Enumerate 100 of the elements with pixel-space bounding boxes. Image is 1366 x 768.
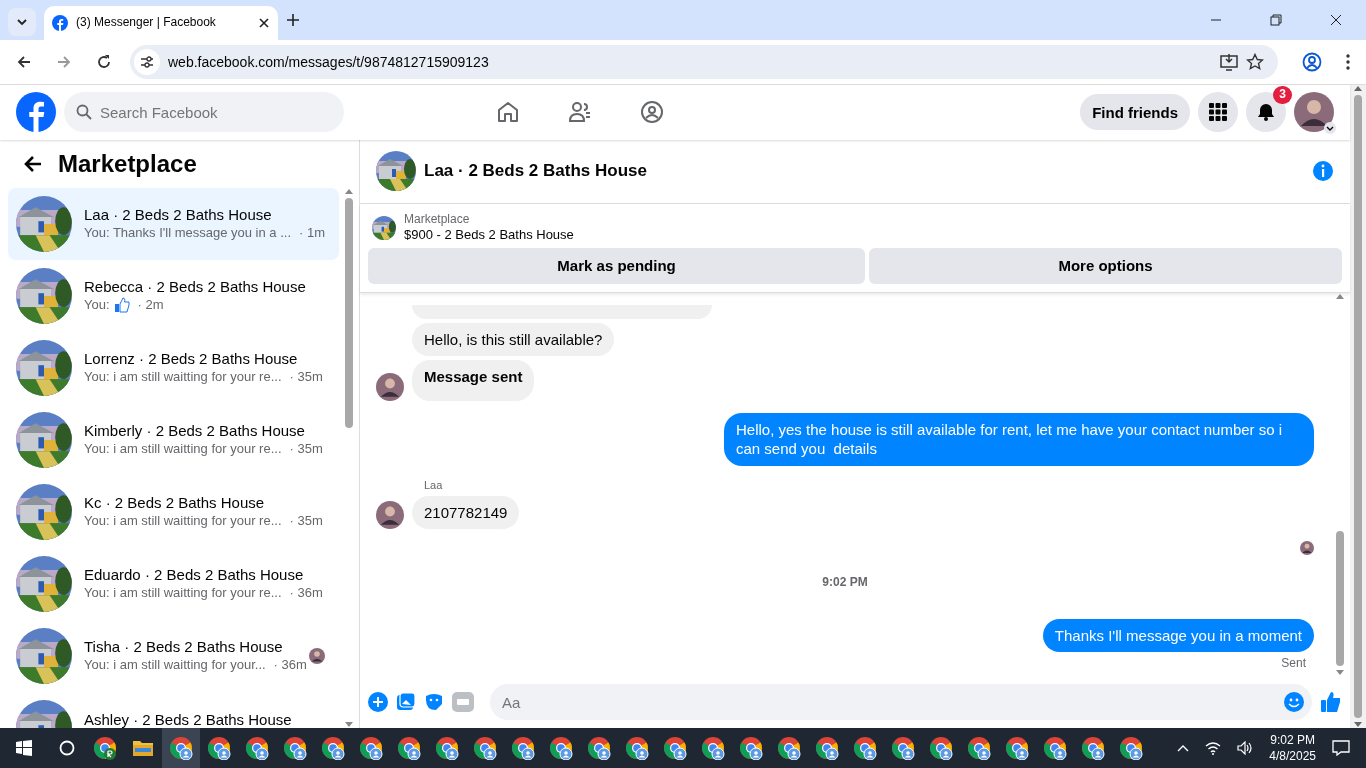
wifi-icon[interactable] xyxy=(1205,741,1222,755)
chrome-icon[interactable] xyxy=(397,736,421,760)
groups-icon[interactable] xyxy=(640,100,664,125)
chevron-down-icon xyxy=(16,16,28,28)
scrollbar-thumb[interactable] xyxy=(1336,531,1344,666)
chrome-icon[interactable] xyxy=(1043,736,1067,760)
volume-icon[interactable] xyxy=(1237,741,1254,755)
chrome-icon[interactable] xyxy=(169,736,193,760)
address-bar[interactable]: web.facebook.com/messages/t/9874812715909123 xyxy=(130,45,1278,79)
chrome-icon[interactable] xyxy=(701,736,725,760)
message-time: · 35m xyxy=(289,513,323,530)
menu-button[interactable] xyxy=(1198,92,1238,133)
chrome-icon[interactable] xyxy=(435,736,459,760)
chrome-icon[interactable] xyxy=(1005,736,1029,760)
restore-icon[interactable] xyxy=(1270,14,1282,26)
conversation-item[interactable]: Laa · 2 Beds 2 Baths House You: Thanks I'll message you in a ... · 1m xyxy=(8,187,340,260)
install-app-icon[interactable] xyxy=(1220,53,1238,71)
chrome-icon[interactable] xyxy=(739,736,763,760)
close-icon[interactable] xyxy=(1330,14,1342,26)
bell-icon xyxy=(1256,102,1276,123)
message-bubble: 2107782149 xyxy=(412,495,520,530)
conversation-item[interactable]: Kimberly · 2 Beds 2 Baths House You: i am still waitting for your re... · 35m xyxy=(8,403,340,476)
emoji-icon[interactable] xyxy=(1284,692,1304,712)
message-bubble: Hello, yes the house is still available for rent, let me have your contact number so i can send you details xyxy=(724,412,1314,466)
chrome-icon[interactable] xyxy=(815,736,839,760)
chrome-icon[interactable] xyxy=(207,736,231,760)
chrome-icon[interactable] xyxy=(321,736,345,760)
clock-date[interactable]: 4/8/2025 xyxy=(1269,748,1316,764)
chevron-down-icon[interactable] xyxy=(1324,122,1336,135)
conversation-item[interactable]: Tisha · 2 Beds 2 Baths House You: i am still waitting for your... · 36m xyxy=(8,619,340,692)
message-bubble: Thanks I'll message you in a moment xyxy=(1042,618,1314,653)
conversation-name: Eduardo · 2 Beds 2 Baths House xyxy=(84,565,305,585)
image-icon[interactable] xyxy=(396,692,416,712)
chrome-icon[interactable] xyxy=(1119,736,1143,760)
clock-time[interactable]: 9:02 PM xyxy=(1270,732,1315,748)
chrome-icon[interactable] xyxy=(283,736,307,760)
scroll-up-icon[interactable] xyxy=(345,187,354,194)
scrollbar-thumb[interactable] xyxy=(345,197,354,428)
site-settings-icon[interactable] xyxy=(140,55,154,69)
action-button[interactable]: More options xyxy=(869,248,1342,285)
grid-icon xyxy=(1209,103,1227,122)
new-tab-icon[interactable] xyxy=(286,13,300,27)
chrome-icon[interactable] xyxy=(891,736,915,760)
chrome-icon[interactable] xyxy=(1081,736,1105,760)
account-avatar xyxy=(1294,92,1334,133)
chrome-icon[interactable] xyxy=(777,736,801,760)
search-circle-icon[interactable] xyxy=(59,740,75,756)
search-field[interactable]: Search Facebook xyxy=(64,92,344,133)
message-input[interactable]: Aa xyxy=(490,684,1312,720)
friends-icon[interactable] xyxy=(568,100,592,125)
tab-title: (3) Messenger | Facebook xyxy=(76,15,217,31)
info-icon[interactable] xyxy=(1312,160,1334,183)
plus-icon[interactable] xyxy=(368,692,388,712)
conversation-name: Lorrenz · 2 Beds 2 Baths House xyxy=(84,349,299,369)
back-icon[interactable] xyxy=(16,54,32,70)
conversation-item[interactable]: Eduardo · 2 Beds 2 Baths House You: i am still waitting for your re... · 36m xyxy=(8,547,340,620)
chrome-icon[interactable] xyxy=(93,736,117,760)
chrome-icon[interactable] xyxy=(473,736,497,760)
back-arrow-icon[interactable] xyxy=(24,154,42,173)
conversation-name: Kimberly · 2 Beds 2 Baths House xyxy=(84,421,306,441)
menu-icon[interactable] xyxy=(1346,54,1350,70)
notifications-icon[interactable] xyxy=(1332,740,1350,756)
page-scrollbar[interactable] xyxy=(1350,85,1366,728)
chevron-up-icon[interactable] xyxy=(1177,744,1190,752)
windows-start-icon[interactable] xyxy=(16,740,32,756)
conversation-item[interactable]: Lorrenz · 2 Beds 2 Baths House You: i am still waitting for your re... · 35m xyxy=(8,331,340,404)
conversation-name: Ashley · 2 Beds 2 Baths House xyxy=(84,709,293,728)
chrome-icon[interactable] xyxy=(549,736,573,760)
sticker-icon[interactable] xyxy=(424,692,444,712)
chrome-icon[interactable] xyxy=(929,736,953,760)
profile-icon[interactable] xyxy=(1302,52,1322,72)
find-friends-button[interactable]: Find friends xyxy=(1080,94,1190,131)
conversation-name: Kc · 2 Beds 2 Baths House xyxy=(84,493,266,513)
chrome-icon[interactable] xyxy=(967,736,991,760)
conversation-item[interactable]: Kc · 2 Beds 2 Baths House You: i am still waitting for your re... · 35m xyxy=(8,475,340,548)
browser-tab[interactable]: (3) Messenger | Facebook xyxy=(44,6,278,40)
facebook-logo[interactable] xyxy=(16,92,56,133)
conversation-item[interactable]: Rebecca · 2 Beds 2 Baths House You: · 2m xyxy=(8,259,340,332)
scrollbar-thumb[interactable] xyxy=(1354,95,1362,718)
chrome-icon[interactable] xyxy=(245,736,269,760)
scroll-down-icon[interactable] xyxy=(1336,670,1344,676)
chrome-icon[interactable] xyxy=(853,736,877,760)
timestamp: 9:02 PM xyxy=(822,575,868,591)
reload-icon[interactable] xyxy=(96,54,112,70)
message-bubble: Hello, is this still available? xyxy=(412,322,615,356)
chrome-icon[interactable] xyxy=(663,736,687,760)
tab-search-button[interactable] xyxy=(8,8,36,36)
home-icon[interactable] xyxy=(496,100,520,125)
thumbs-up-icon[interactable] xyxy=(1320,691,1342,713)
scroll-up-icon[interactable] xyxy=(1336,293,1344,300)
chrome-icon[interactable] xyxy=(625,736,649,760)
action-button[interactable]: Mark as pending xyxy=(368,248,866,285)
bookmark-star-icon[interactable] xyxy=(1246,53,1264,71)
chrome-icon[interactable] xyxy=(511,736,535,760)
delivery-status: Sent xyxy=(1281,656,1306,672)
notification-badge: 3 xyxy=(1273,86,1292,104)
conversation-name: Tisha · 2 Beds 2 Baths House xyxy=(84,637,284,657)
close-icon[interactable] xyxy=(258,17,270,29)
chrome-icon[interactable] xyxy=(587,736,611,760)
chrome-icon[interactable] xyxy=(359,736,383,760)
